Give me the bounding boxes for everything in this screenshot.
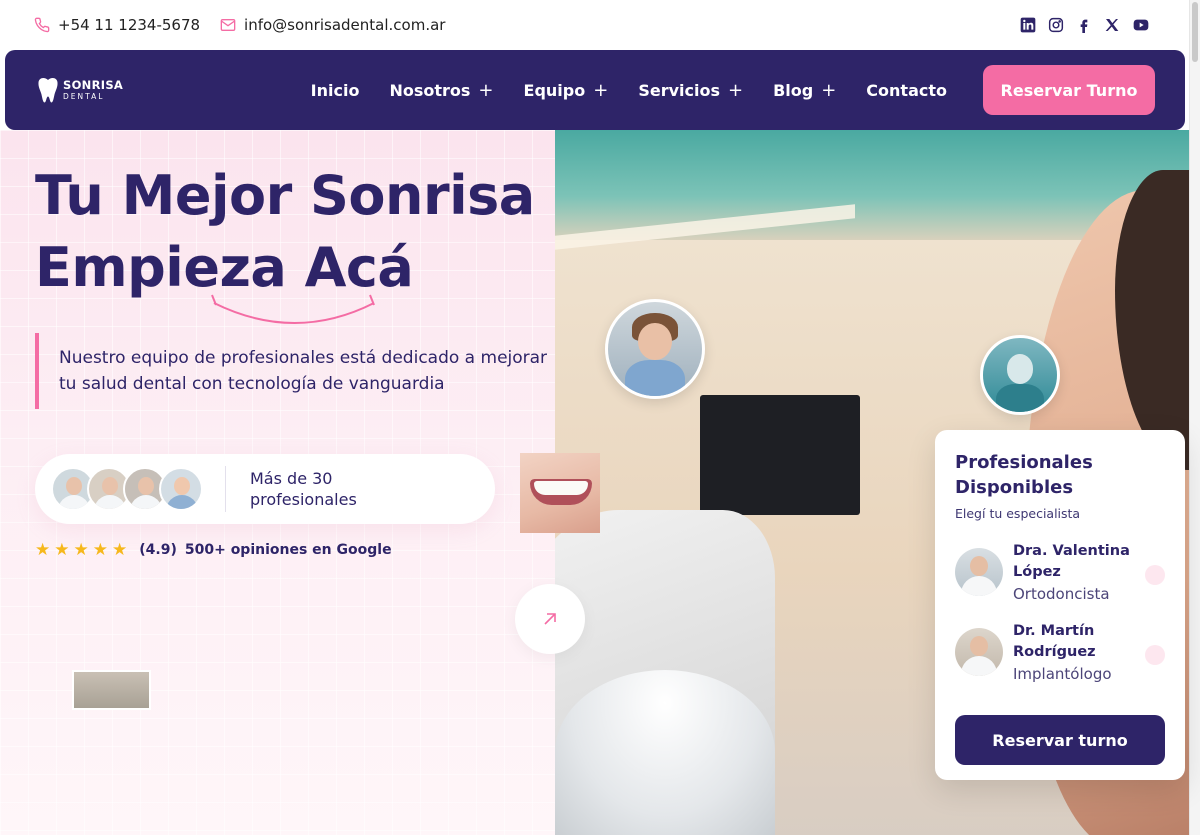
plus-icon: + xyxy=(478,79,494,101)
logo-subtitle: DENTAL xyxy=(63,92,105,101)
smile-photo xyxy=(520,453,600,533)
plus-icon: + xyxy=(821,79,837,101)
star-icon: ★ xyxy=(92,540,108,560)
doctor-name: Dra. Valentina López xyxy=(1013,543,1130,580)
email-address: info@sonrisadental.com.ar xyxy=(244,16,446,34)
doctor-item[interactable]: Dr. Martín Rodríguez Implantólogo xyxy=(955,621,1165,683)
arrow-up-right-icon xyxy=(544,613,556,625)
star-icon: ★ xyxy=(112,540,128,560)
main-nav: SONRISA DENTAL Inicio Nosotros + Equipo + … xyxy=(5,50,1185,130)
professional-avatars xyxy=(51,467,203,511)
nav-item-equipo[interactable]: Equipo + xyxy=(524,80,609,101)
google-rating: ★ ★ ★ ★ ★ (4.9) 500+ opiniones en Google xyxy=(35,540,392,560)
hero-title-line1: Tu Mejor Sonrisa xyxy=(35,164,535,227)
doctor-name: Dr. Martín Rodríguez xyxy=(1013,623,1096,660)
youtube-icon[interactable] xyxy=(1132,17,1150,33)
avatar xyxy=(955,628,1003,676)
clinic-thumbnail xyxy=(72,670,151,710)
doctor-role: Implantólogo xyxy=(1013,665,1112,683)
phone-link[interactable]: +54 11 1234-5678 xyxy=(34,16,200,34)
star-icon: ★ xyxy=(54,540,70,560)
mail-icon xyxy=(220,19,236,31)
nav-item-label: Nosotros xyxy=(389,80,471,100)
plus-icon: + xyxy=(593,79,609,101)
arrow-button[interactable] xyxy=(515,584,585,654)
scrollbar[interactable] xyxy=(1189,0,1200,835)
x-icon[interactable] xyxy=(1104,17,1120,33)
logo[interactable]: SONRISA DENTAL xyxy=(37,76,123,104)
professionals-card: Profesionales Disponibles Elegí tu espec… xyxy=(935,430,1185,780)
doctor-item[interactable]: Dra. Valentina López Ortodoncista xyxy=(955,541,1165,603)
professionals-pill: Más de 30 profesionales xyxy=(35,454,495,524)
nav-item-inicio[interactable]: Inicio xyxy=(311,81,360,100)
nav-item-blog[interactable]: Blog + xyxy=(773,80,836,101)
top-bar: +54 11 1234-5678 info@sonrisadental.com.… xyxy=(0,0,1200,50)
linkedin-icon[interactable] xyxy=(1020,17,1036,33)
status-dot xyxy=(1145,565,1165,585)
email-link[interactable]: info@sonrisadental.com.ar xyxy=(220,16,445,34)
hero-title: Tu Mejor Sonrisa Empieza Acá xyxy=(35,160,535,304)
status-dot xyxy=(1145,645,1165,665)
nav-item-servicios[interactable]: Servicios + xyxy=(638,80,743,101)
doctor-role: Ortodoncista xyxy=(1013,585,1110,603)
rating-score: (4.9) xyxy=(139,542,177,558)
scrollbar-thumb[interactable] xyxy=(1192,2,1198,62)
star-icon: ★ xyxy=(73,540,89,560)
divider xyxy=(225,466,226,512)
logo-brand: SONRISA xyxy=(63,77,124,92)
plus-icon: + xyxy=(727,79,744,101)
card-subtitle: Elegí tu especialista xyxy=(955,506,1081,521)
nav-menu: Inicio Nosotros + Equipo + Servicios + Blog… xyxy=(311,65,1155,115)
patient-photo xyxy=(605,299,705,399)
nav-item-contacto[interactable]: Contacto xyxy=(866,81,947,100)
phone-icon xyxy=(34,17,50,33)
rating-reviews: 500+ opiniones en Google xyxy=(184,542,392,558)
surgery-photo xyxy=(980,335,1060,415)
nav-item-label: Contacto xyxy=(866,80,947,100)
nav-item-label: Inicio xyxy=(310,80,360,100)
nav-item-label: Blog xyxy=(773,80,814,100)
nav-item-label: Equipo xyxy=(523,80,586,100)
contact-info: +54 11 1234-5678 info@sonrisadental.com.… xyxy=(34,16,445,34)
smile-curve-icon xyxy=(211,294,375,324)
reservar-turno-button[interactable]: Reservar Turno xyxy=(983,65,1155,115)
instagram-icon[interactable] xyxy=(1048,17,1064,33)
hero-description: Nuestro equipo de profesionales está ded… xyxy=(35,333,555,409)
nav-item-nosotros[interactable]: Nosotros + xyxy=(389,80,493,101)
avatar xyxy=(955,548,1003,596)
tooth-logo-icon xyxy=(38,77,58,103)
social-links xyxy=(1020,17,1150,33)
reservar-turno-card-button[interactable]: Reservar turno xyxy=(955,715,1165,765)
professionals-count: Más de 30 profesionales xyxy=(250,469,357,509)
phone-number: +54 11 1234-5678 xyxy=(58,16,201,34)
facebook-icon[interactable] xyxy=(1076,17,1092,33)
avatar xyxy=(159,467,203,511)
star-icon: ★ xyxy=(35,540,51,560)
hero-title-line2: Empieza Acá xyxy=(35,236,414,299)
nav-item-label: Servicios xyxy=(638,80,720,100)
card-title: Profesionales Disponibles xyxy=(955,452,1093,498)
